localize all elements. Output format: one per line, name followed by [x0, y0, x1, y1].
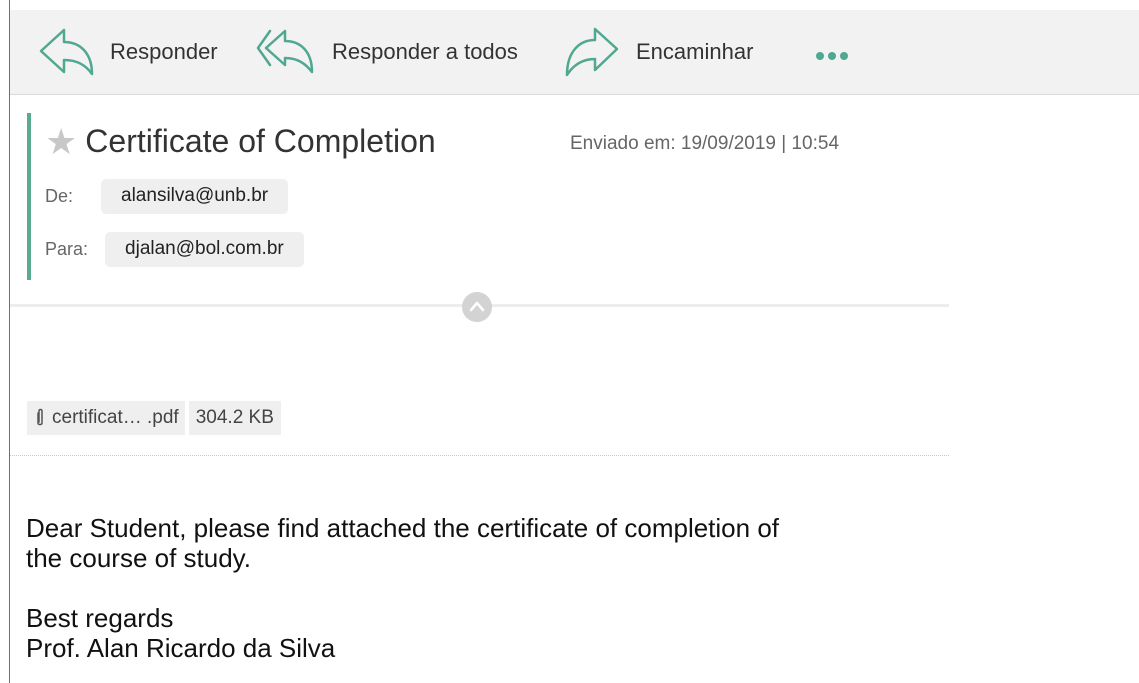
reply-all-icon	[256, 29, 314, 74]
forward-button[interactable]: Encaminhar	[564, 10, 753, 94]
reply-label: Responder	[110, 39, 218, 64]
reply-icon	[39, 28, 94, 76]
to-label: Para:	[45, 239, 89, 259]
sent-date: Enviado em: 19/09/2019 | 10:54	[570, 133, 840, 154]
from-row: De: alansilva@unb.br	[45, 179, 289, 214]
window-left-border	[9, 0, 10, 683]
collapse-header-button[interactable]	[462, 292, 492, 322]
reply-all-button[interactable]: Responder a todos	[256, 10, 518, 94]
message-header: ★ Certificate of Completion Enviado em: …	[27, 113, 947, 280]
forward-icon	[565, 27, 619, 77]
header-accent-bar	[27, 113, 31, 280]
body-line: Dear Student, please find attached the c…	[26, 513, 780, 543]
body-line: Prof. Alan Ricardo da Silva	[26, 633, 336, 663]
subject-row: ★ Certificate of Completion	[45, 123, 436, 160]
forward-label: Encaminhar	[636, 39, 754, 64]
paperclip-icon	[35, 408, 45, 428]
from-label: De:	[45, 186, 74, 206]
from-address-chip[interactable]: alansilva@unb.br	[101, 179, 289, 214]
attachment-file[interactable]: certificat… .pdf	[27, 401, 185, 435]
star-icon[interactable]: ★	[45, 123, 77, 160]
more-options-icon	[816, 44, 848, 60]
reply-button[interactable]: Responder	[38, 10, 218, 94]
more-options-button[interactable]	[816, 10, 848, 94]
attachment-size: 304.2 KB	[188, 401, 281, 435]
message-toolbar: Responder Responder a todos Encaminhar	[10, 10, 1139, 95]
message-subject: Certificate of Completion	[85, 123, 436, 159]
chevron-up-icon	[469, 301, 485, 312]
attachment-filename: certificat… .pdf	[52, 407, 179, 428]
message-body: Dear Student, please find attached the c…	[26, 513, 946, 663]
attachment: certificat… .pdf 304.2 KB	[27, 401, 281, 435]
body-line: the course of study.	[26, 543, 251, 573]
to-address-chip[interactable]: djalan@bol.com.br	[105, 232, 304, 267]
attachment-divider	[10, 455, 949, 456]
reply-all-label: Responder a todos	[332, 39, 518, 64]
body-line: Best regards	[26, 603, 174, 633]
to-row: Para: djalan@bol.com.br	[45, 232, 304, 267]
